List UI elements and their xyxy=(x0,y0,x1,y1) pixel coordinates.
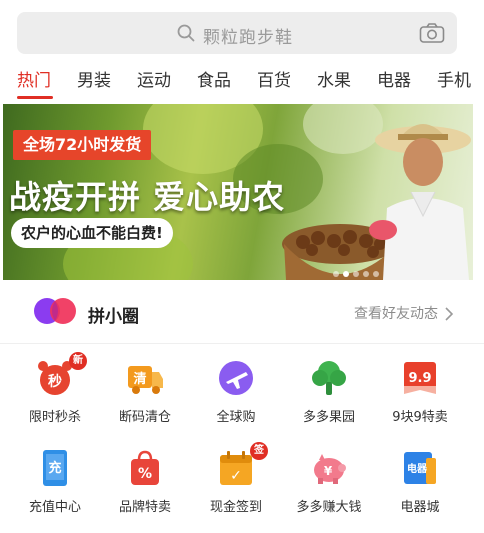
grid-item-flash-sale[interactable]: 秒 新 限时秒杀 xyxy=(7,350,103,434)
search-header: 颗粒跑步鞋 xyxy=(0,0,484,62)
tab-hot[interactable]: 热门 xyxy=(17,66,51,91)
piggy-glyph: ¥ xyxy=(324,464,333,478)
airplane-icon xyxy=(219,361,253,395)
grid-item-label: 现金签到 xyxy=(209,500,262,515)
farmer-image xyxy=(369,124,471,280)
tab-fruit[interactable]: 水果 xyxy=(317,66,351,91)
calendar-glyph: ✓ xyxy=(230,468,242,484)
grid-item-global[interactable]: 全球购 xyxy=(188,350,284,434)
banner-headline: 战疫开拼 爱心助农 xyxy=(9,178,286,216)
grid-item-label: 电器城 xyxy=(400,500,440,515)
friend-circle-title: 拼小圈 xyxy=(88,307,139,327)
alarm-glyph: 秒 xyxy=(48,373,62,390)
search-icon xyxy=(177,24,195,42)
phone-glyph: 充 xyxy=(48,460,61,476)
piggy-bank-icon: ¥ xyxy=(314,454,346,484)
appliance-glyph: 电器 xyxy=(407,462,428,475)
grid-item-label: 多多果园 xyxy=(302,410,355,425)
shopping-bag-icon: % xyxy=(131,450,159,485)
friend-circle-logo-icon xyxy=(34,298,76,324)
grid-item-9-9-sale[interactable]: 9.9 9块9特卖 xyxy=(372,350,468,434)
tab-menswear[interactable]: 男装 xyxy=(77,66,111,91)
grid-item-recharge[interactable]: 充 充值中心 xyxy=(7,440,103,524)
search-placeholder: 颗粒跑步鞋 xyxy=(203,28,293,48)
tab-general[interactable]: 百货 xyxy=(257,66,291,91)
banner-subtag: 农户的心血不能白费! xyxy=(11,218,173,248)
grid-item-clearance[interactable]: 清 断码清仓 xyxy=(97,350,193,434)
grid-item-label: 9块9特卖 xyxy=(392,410,448,425)
checkin-badge: 签 xyxy=(250,442,268,460)
appliance-icon: 电器 xyxy=(404,452,436,484)
grid-item-label: 断码清仓 xyxy=(118,410,171,425)
truck-glyph: 清 xyxy=(133,371,146,387)
grid-item-label: 全球购 xyxy=(216,410,256,425)
active-tab-indicator xyxy=(17,96,53,99)
carousel-dot[interactable] xyxy=(363,271,369,277)
feature-grid: 秒 新 限时秒杀 清 断码清仓 全球购 多多果园 9.9 9块9特卖 充 充值中… xyxy=(0,350,484,530)
tag-glyph: 9.9 xyxy=(408,371,431,386)
grid-item-label: 多多赚大钱 xyxy=(296,500,362,515)
chevron-right-icon xyxy=(445,307,454,321)
camera-icon[interactable] xyxy=(419,22,445,44)
grid-item-label: 品牌特卖 xyxy=(118,500,171,515)
bag-glyph: % xyxy=(138,466,152,482)
banner-tag: 全场72小时发货 xyxy=(13,130,152,160)
search-bar[interactable]: 颗粒跑步鞋 xyxy=(17,12,457,54)
friend-circle-row[interactable]: 拼小圈 查看好友动态 xyxy=(0,282,484,344)
truck-icon: 清 xyxy=(128,366,163,394)
carousel-dot[interactable] xyxy=(373,271,379,277)
tab-appliances[interactable]: 电器 xyxy=(377,66,411,91)
carousel-dot[interactable] xyxy=(353,271,359,277)
grid-item-label: 限时秒杀 xyxy=(28,410,81,425)
carousel-dot-active[interactable] xyxy=(343,271,349,277)
tab-sports[interactable]: 运动 xyxy=(137,66,171,91)
view-friend-activity-link[interactable]: 查看好友动态 xyxy=(354,303,438,323)
tab-food[interactable]: 食品 xyxy=(197,66,231,91)
grid-item-label: 充值中心 xyxy=(28,500,81,515)
promo-banner[interactable]: 全场72小时发货 战疫开拼 爱心助农 农户的心血不能白费! xyxy=(3,104,473,280)
tag-icon: 9.9 xyxy=(404,362,436,394)
carousel-dot[interactable] xyxy=(333,271,339,277)
grid-item-earn-money[interactable]: ¥ 多多赚大钱 xyxy=(281,440,377,524)
category-tabs: 热门 男装 运动 食品 百货 水果 电器 手机 xyxy=(0,62,484,100)
grid-item-appliance-city[interactable]: 电器 电器城 xyxy=(372,440,468,524)
grid-item-brand-sale[interactable]: % 品牌特卖 xyxy=(97,440,193,524)
grid-item-orchard[interactable]: 多多果园 xyxy=(281,350,377,434)
carousel-indicator xyxy=(333,262,383,277)
phone-icon: 充 xyxy=(43,450,67,486)
tree-icon xyxy=(312,361,346,395)
tab-phones[interactable]: 手机 xyxy=(437,66,471,91)
grid-item-cash-checkin[interactable]: ✓ 签 现金签到 xyxy=(188,440,284,524)
new-badge: 新 xyxy=(69,352,87,370)
